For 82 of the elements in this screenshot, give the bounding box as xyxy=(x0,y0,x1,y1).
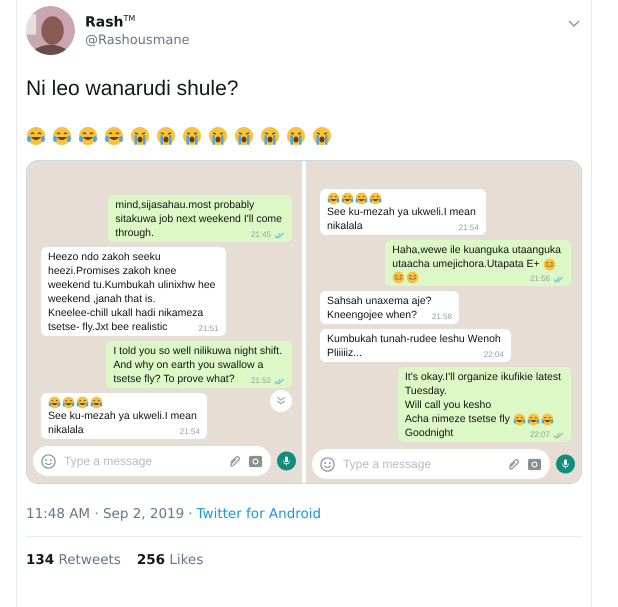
message-text: It's okay.I'll organize ikufikie latest xyxy=(404,370,561,384)
laughing-face-icon xyxy=(26,126,46,146)
message-text: Sahsah unaxema aje? xyxy=(327,294,432,308)
laughing-face-icon xyxy=(52,126,72,146)
laughing-face-icon xyxy=(355,192,368,205)
tweet-text: Ni leo wanarudi shule? xyxy=(26,77,240,101)
laughing-face-icon xyxy=(341,192,354,205)
message-text: Kumbukah tunah-rudee leshu Wenoh xyxy=(327,332,501,346)
laughing-face-icon xyxy=(526,412,540,426)
smiley-icon[interactable] xyxy=(320,456,335,472)
message-time: 21:54 xyxy=(458,223,479,233)
message-text: mind,sijasahau.most probably xyxy=(115,198,254,212)
message-text: utaacha umejichora.Utapata E+ xyxy=(392,257,540,271)
message-text: See ku-mezah ya ukweli.I mean xyxy=(48,409,197,423)
message-text: Haha,wewe ile kuanguka utaanguka xyxy=(392,243,561,257)
message-field[interactable]: Type a message xyxy=(312,449,550,479)
grinning-face-icon xyxy=(406,271,420,284)
message-text: nikalala xyxy=(48,423,84,437)
message-text: See ku-mezah ya ukweli.I mean xyxy=(327,205,476,219)
message-text: Acha nimeze tsetse fly xyxy=(404,412,510,426)
separator-dot: · xyxy=(188,506,193,522)
author-handle[interactable]: @Rashousmane xyxy=(85,32,558,48)
message-time: 21:58 xyxy=(432,312,452,322)
message-text: I told you so well nilikuwa night shift. xyxy=(113,344,282,358)
message-text: Goodnight xyxy=(404,426,454,440)
tweet-timestamp[interactable]: 11:48 AM · Sep 2, 2019 xyxy=(26,506,184,522)
stat-link[interactable]: 256 Likes xyxy=(136,552,204,568)
scroll-down-button[interactable] xyxy=(270,390,292,412)
message-text: Heezo ndo zakoh seeku xyxy=(48,250,161,264)
message-text: And why on earth you swallow a xyxy=(113,358,264,372)
crying-face-icon xyxy=(260,126,280,146)
message-text: heezi.Promises zakoh knee xyxy=(48,264,176,278)
camera-icon[interactable] xyxy=(248,454,263,468)
message-text: sitakuwa job next weekend I'll come xyxy=(115,212,282,226)
message-text: nikalala xyxy=(327,219,363,233)
message-time: 22:07 xyxy=(530,430,550,440)
author-name[interactable]: Rash$^{TM}$ xyxy=(85,14,558,31)
message-time: 22:04 xyxy=(484,350,504,360)
message-input[interactable]: Type a message xyxy=(341,456,500,472)
message-time: 21:51 xyxy=(198,324,219,334)
grinning-face-icon xyxy=(542,258,556,270)
crying-face-icon xyxy=(234,126,254,146)
crying-face-icon xyxy=(156,126,176,146)
message-input[interactable]: Type a message xyxy=(62,453,221,469)
avatar[interactable] xyxy=(26,6,75,55)
message-time: 21:52 xyxy=(250,376,271,386)
message-text: Tuesday. xyxy=(404,384,447,398)
laughing-face-icon xyxy=(78,126,98,146)
laughing-face-icon xyxy=(90,396,103,409)
message-text: tsetse- fly.Jxt bee realistic xyxy=(48,320,168,334)
chevron-down-icon[interactable] xyxy=(568,20,580,28)
paperclip-icon[interactable] xyxy=(227,454,242,468)
laughing-face-icon xyxy=(104,126,124,146)
crying-face-icon xyxy=(208,126,228,146)
message-text: Kneelee-chill ukall hadi nikameza xyxy=(48,306,204,320)
laughing-face-icon xyxy=(369,192,382,205)
laughing-face-icon xyxy=(48,396,61,409)
message-text: Will call you kesho xyxy=(404,398,492,412)
laughing-face-icon xyxy=(62,396,75,409)
message-text: tsetse fly? To prove what? xyxy=(113,372,235,386)
message-text: through. xyxy=(115,226,154,240)
message-text: weekend ,janah that is. xyxy=(48,292,156,306)
paperclip-icon[interactable] xyxy=(506,456,521,472)
message-field[interactable]: Type a message xyxy=(33,446,271,476)
laughing-face-icon xyxy=(76,396,89,409)
message-time: 21:45 xyxy=(250,230,271,240)
crying-face-icon xyxy=(130,126,150,146)
message-text: Kneengojee when? xyxy=(327,308,417,322)
laughing-face-icon xyxy=(540,412,554,426)
message-text: Pliiiiiz... xyxy=(327,346,362,360)
crying-face-icon xyxy=(182,126,202,146)
laughing-face-icon xyxy=(512,412,526,426)
message-time: 21:56 xyxy=(530,274,550,284)
crying-face-icon xyxy=(312,126,332,146)
camera-icon[interactable] xyxy=(527,456,542,472)
stat-link[interactable]: 134 Retweets xyxy=(26,552,121,568)
grinning-face-icon xyxy=(392,271,406,284)
crying-face-icon xyxy=(286,126,306,146)
message-time: 21:54 xyxy=(180,427,200,437)
smiley-icon[interactable] xyxy=(41,454,56,468)
laughing-face-icon xyxy=(327,192,340,205)
message-text: weekend tu.Kumbukah ulinixhw hee xyxy=(48,278,216,292)
